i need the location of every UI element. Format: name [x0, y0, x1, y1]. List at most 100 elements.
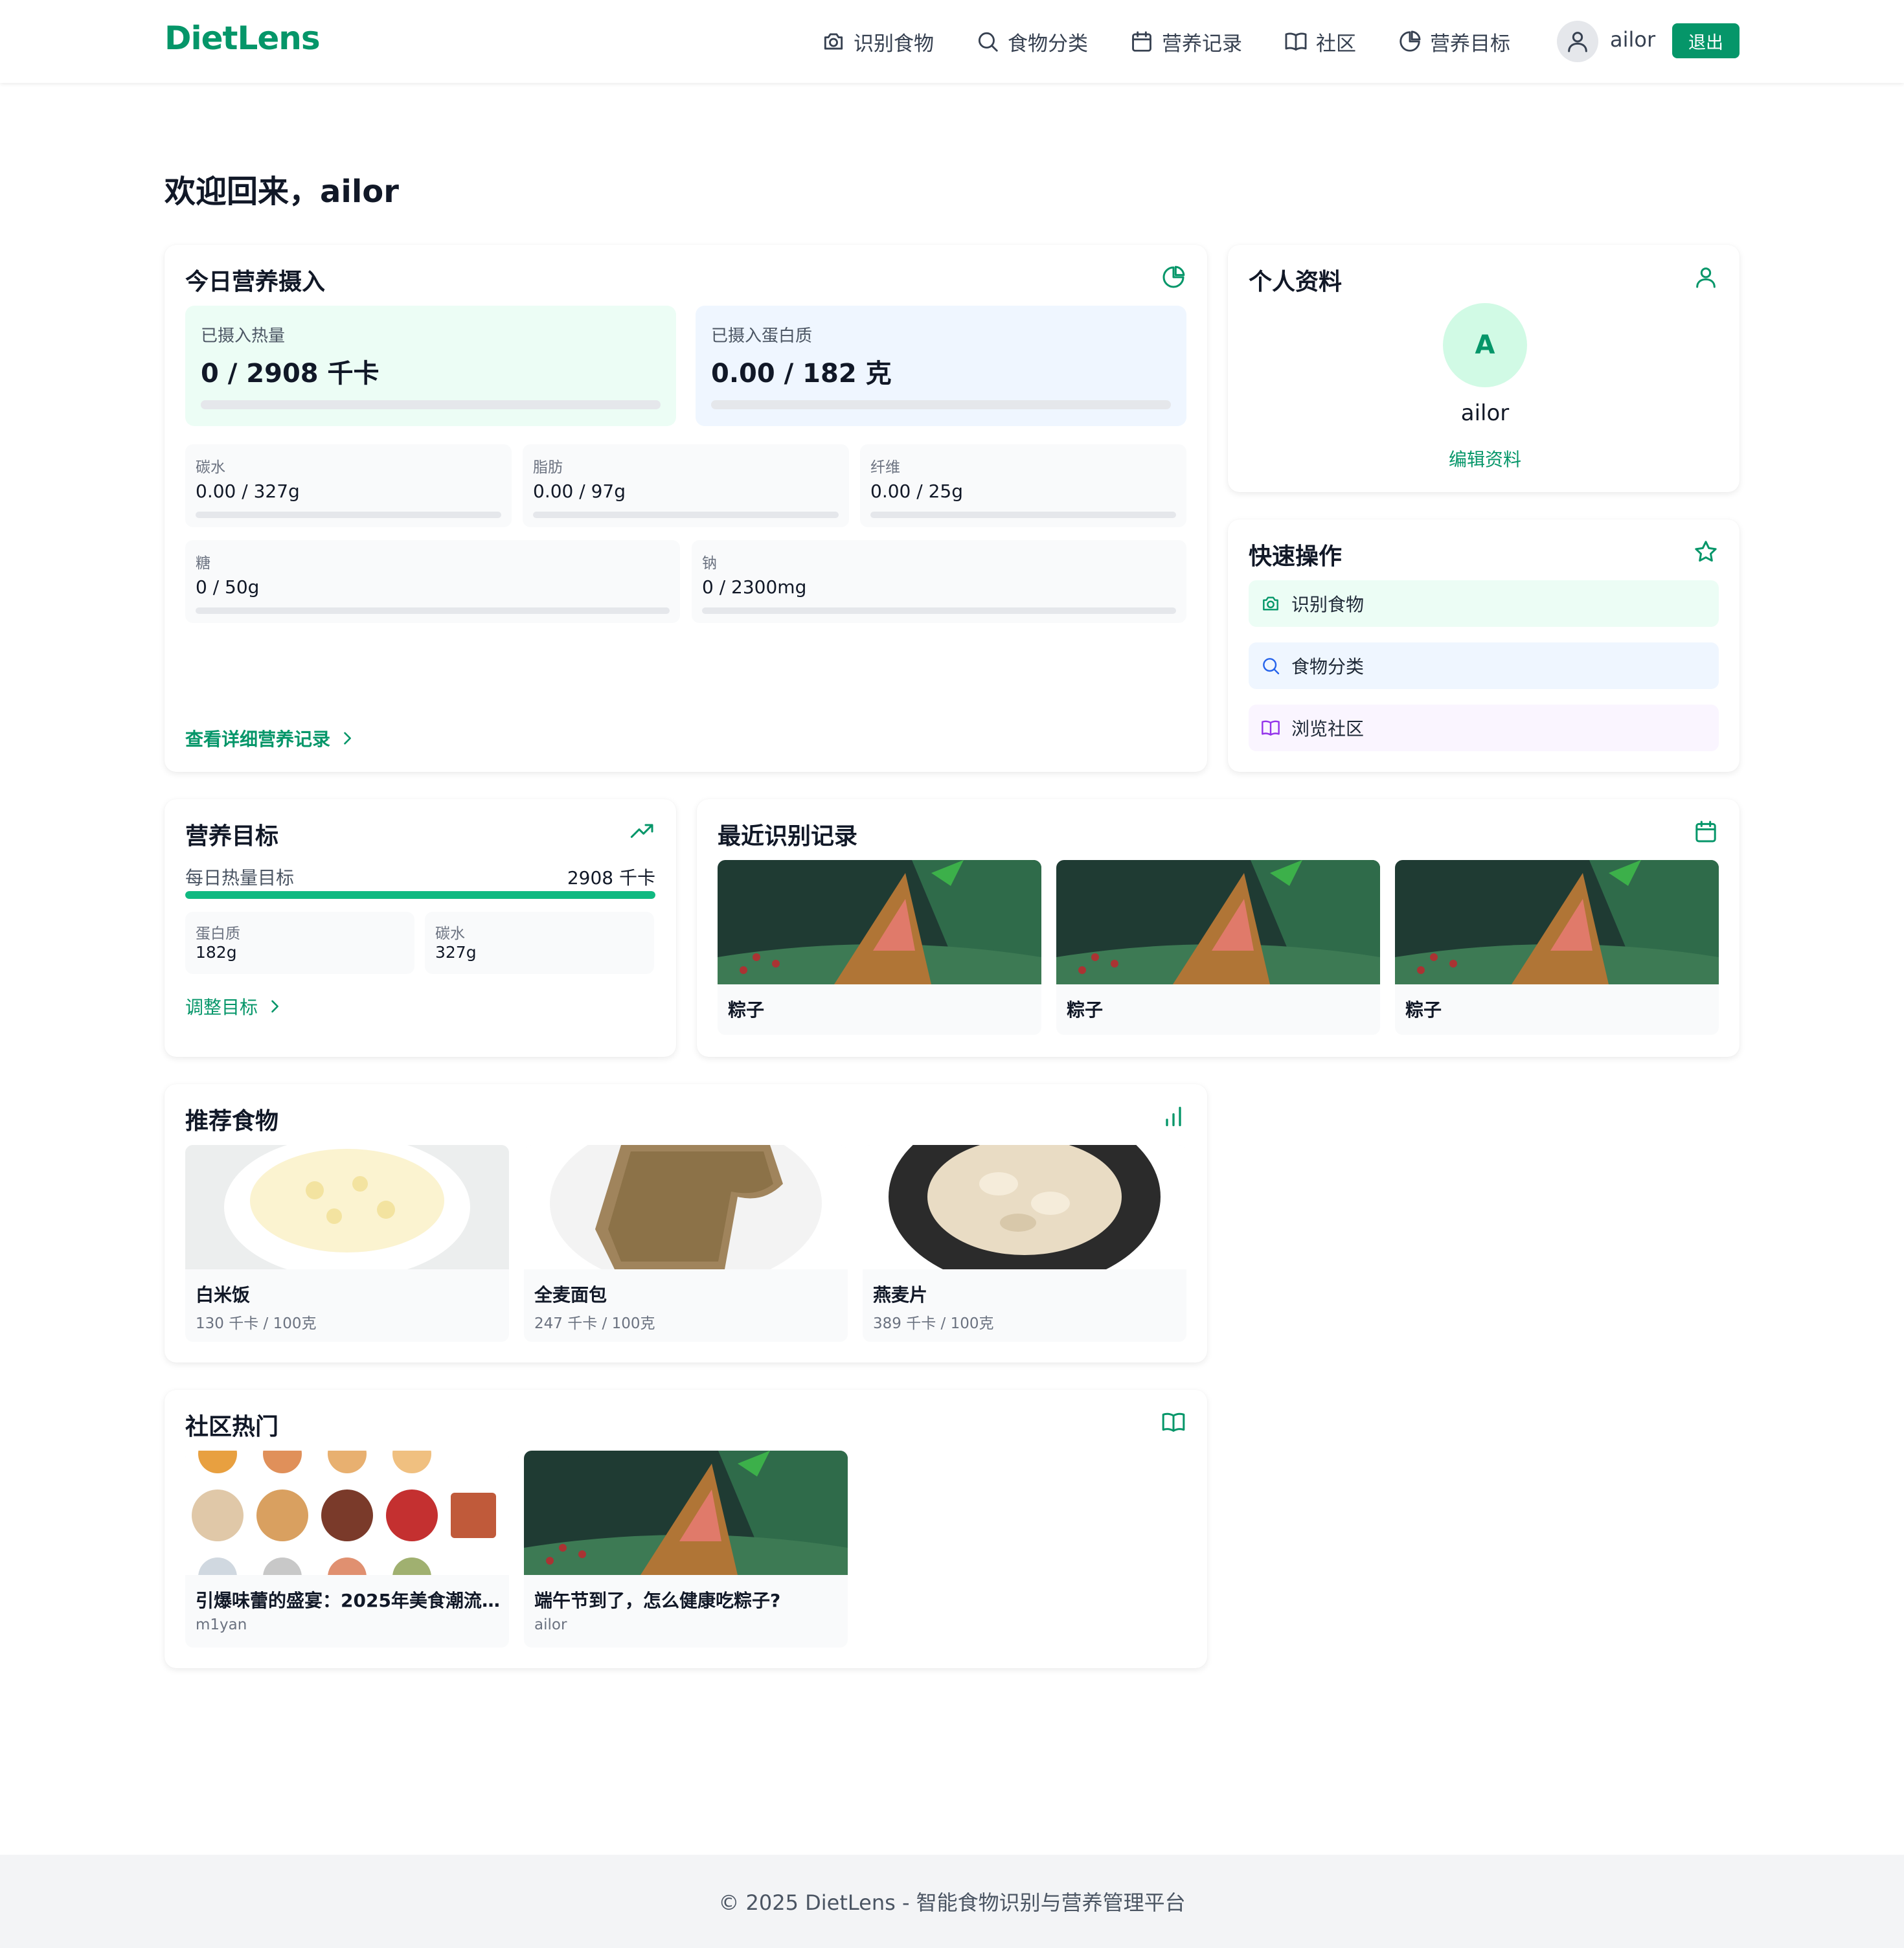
quick-action-community[interactable]: 浏览社区	[1249, 705, 1719, 751]
goal-value: 182g	[196, 943, 237, 962]
view-detail-link[interactable]: 查看详细营养记录	[185, 725, 356, 751]
card-title: 营养目标	[185, 823, 279, 850]
community-post[interactable]: 端午节到了，怎么健康吃粽子? ailor	[524, 1451, 848, 1648]
search-icon	[978, 32, 998, 52]
calorie-goal-row: 每日热量目标 2908 千卡	[185, 864, 655, 890]
nutrient-progress	[702, 607, 1176, 614]
nutrient-label: 糖	[196, 555, 210, 572]
nutrient-value: 0.00 / 327g	[196, 481, 300, 502]
nutrient-value: 0 / 2300mg	[702, 576, 807, 598]
protein-progress	[711, 400, 1171, 409]
recent-item[interactable]: 粽子	[718, 860, 1041, 1035]
profile-name: ailor	[1460, 400, 1510, 426]
stat-value: 0.00 / 182 克	[711, 359, 892, 389]
food-name: 全麦面包	[534, 1284, 607, 1306]
protein-box: 已摄入蛋白质 0.00 / 182 克	[696, 306, 1186, 426]
camera-icon	[1263, 596, 1278, 611]
post-author: ailor	[534, 1616, 567, 1633]
nav-item-recognize[interactable]: 识别食物	[821, 27, 934, 56]
recommended-food-card: 推荐食物 白米饭 130 千卡 / 100克 全麦面包 247 千卡 / 100…	[164, 1084, 1207, 1363]
nutrient-label: 钠	[702, 555, 717, 572]
recent-item[interactable]: 粽子	[1395, 860, 1719, 1035]
stat-value: 0 / 2908 千卡	[201, 359, 380, 389]
nutrient-progress	[196, 512, 501, 518]
nutrient-label: 纤维	[870, 459, 900, 476]
nav-label: 营养目标	[1430, 32, 1510, 56]
star-icon	[1695, 541, 1717, 562]
food-calories: 130 千卡 / 100克	[196, 1315, 317, 1332]
nutrient-value: 0 / 50g	[196, 576, 260, 598]
calorie-goal-label: 每日热量目标	[185, 867, 295, 889]
quick-action-label: 识别食物	[1291, 594, 1365, 615]
nutrient-value: 0.00 / 97g	[533, 481, 626, 502]
post-title: 引爆味蕾的盛宴：2025年美食潮流...	[196, 1590, 500, 1611]
footer: © 2025 DietLens - 智能食物识别与营养管理平台	[0, 1855, 1904, 1948]
recent-item-name: 粽子	[728, 999, 765, 1021]
card-title: 快速操作	[1249, 543, 1343, 570]
adjust-goals-link[interactable]: 调整目标	[185, 993, 284, 1019]
nutrient-progress	[196, 607, 670, 614]
nav-label: 识别食物	[854, 32, 934, 56]
edit-profile-link[interactable]: 编辑资料	[1228, 446, 1742, 471]
nav-item-goals[interactable]: 营养目标	[1398, 27, 1510, 56]
food-item-oats[interactable]: 燕麦片 389 千卡 / 100克	[863, 1145, 1186, 1342]
quick-actions-card: 快速操作 识别食物 食物分类 浏览社区	[1228, 519, 1740, 772]
chevron-right-icon	[344, 732, 351, 745]
logout-button[interactable]: 退出	[1672, 23, 1740, 58]
nav-item-categories[interactable]: 食物分类	[975, 27, 1088, 56]
nav-item-records[interactable]: 营养记录	[1129, 27, 1242, 56]
calendar-icon	[1695, 821, 1716, 843]
pie-chart-icon	[1400, 30, 1421, 52]
book-icon	[1285, 32, 1307, 51]
food-item-rice[interactable]: 白米饭 130 千卡 / 100克	[185, 1145, 509, 1342]
nutrient-progress	[870, 512, 1176, 518]
goal-label: 蛋白质	[196, 925, 240, 942]
quick-action-categories[interactable]: 食物分类	[1249, 642, 1719, 689]
zongzi-image	[524, 1451, 848, 1575]
food-calories: 247 千卡 / 100克	[534, 1315, 655, 1332]
nutrient-sugar: 糖 0 / 50g	[185, 540, 680, 623]
community-hot-card: 社区热门 引爆味蕾的盛宴：2025年美食潮流... m1yan 端午节到了，怎么…	[164, 1390, 1207, 1668]
pie-chart-icon	[1162, 266, 1185, 288]
food-collage-image	[185, 1451, 509, 1575]
calories-box: 已摄入热量 0 / 2908 千卡	[185, 306, 676, 426]
recent-item-name: 粽子	[1405, 999, 1442, 1021]
nutrient-value: 0.00 / 25g	[870, 481, 963, 502]
user-name[interactable]: ailor	[1610, 27, 1655, 52]
calorie-goal-progress	[185, 891, 655, 899]
card-title: 社区热门	[185, 1414, 279, 1440]
bread-image	[524, 1145, 848, 1269]
book-icon	[1162, 1412, 1185, 1432]
app-logo[interactable]: DietLens	[164, 19, 321, 57]
profile-card: 个人资料 A ailor 编辑资料	[1228, 245, 1740, 492]
link-label: 调整目标	[185, 997, 258, 1018]
quick-action-label: 食物分类	[1291, 656, 1365, 677]
main-nav: 识别食物 食物分类 营养记录 社区 营养目标	[821, 22, 1552, 61]
recent-item[interactable]: 粽子	[1056, 860, 1380, 1035]
nutrient-label: 脂肪	[533, 459, 563, 476]
camera-icon	[824, 33, 843, 50]
welcome-heading: 欢迎回来，ailor	[164, 174, 399, 210]
nav-label: 社区	[1316, 32, 1356, 56]
nav-label: 食物分类	[1008, 32, 1088, 56]
nutrient-label: 碳水	[196, 459, 225, 476]
food-item-bread[interactable]: 全麦面包 247 千卡 / 100克	[524, 1145, 848, 1342]
recent-item-name: 粽子	[1067, 999, 1104, 1021]
nutrient-fiber: 纤维 0.00 / 25g	[860, 444, 1186, 527]
calorie-goal-value: 2908 千卡	[567, 867, 655, 889]
top-navbar: DietLens 识别食物 食物分类 营养记录 社区 营养目标 ailor 退出	[0, 0, 1904, 83]
calendar-icon	[1132, 31, 1151, 52]
community-post[interactable]: 引爆味蕾的盛宴：2025年美食潮流... m1yan	[185, 1451, 509, 1648]
quick-action-recognize[interactable]: 识别食物	[1249, 580, 1719, 627]
rice-image	[185, 1145, 509, 1269]
stat-label: 已摄入蛋白质	[711, 326, 813, 346]
food-name: 燕麦片	[873, 1284, 928, 1306]
card-title: 最近识别记录	[718, 823, 858, 850]
nutrient-fat: 脂肪 0.00 / 97g	[523, 444, 849, 527]
food-name: 白米饭	[196, 1284, 251, 1306]
recent-recognition-card: 最近识别记录 粽子 粽子 粽子	[697, 799, 1740, 1057]
zongzi-image	[718, 860, 1041, 984]
user-avatar[interactable]	[1557, 21, 1598, 62]
nav-item-community[interactable]: 社区	[1284, 27, 1356, 56]
book-icon	[1262, 720, 1280, 736]
